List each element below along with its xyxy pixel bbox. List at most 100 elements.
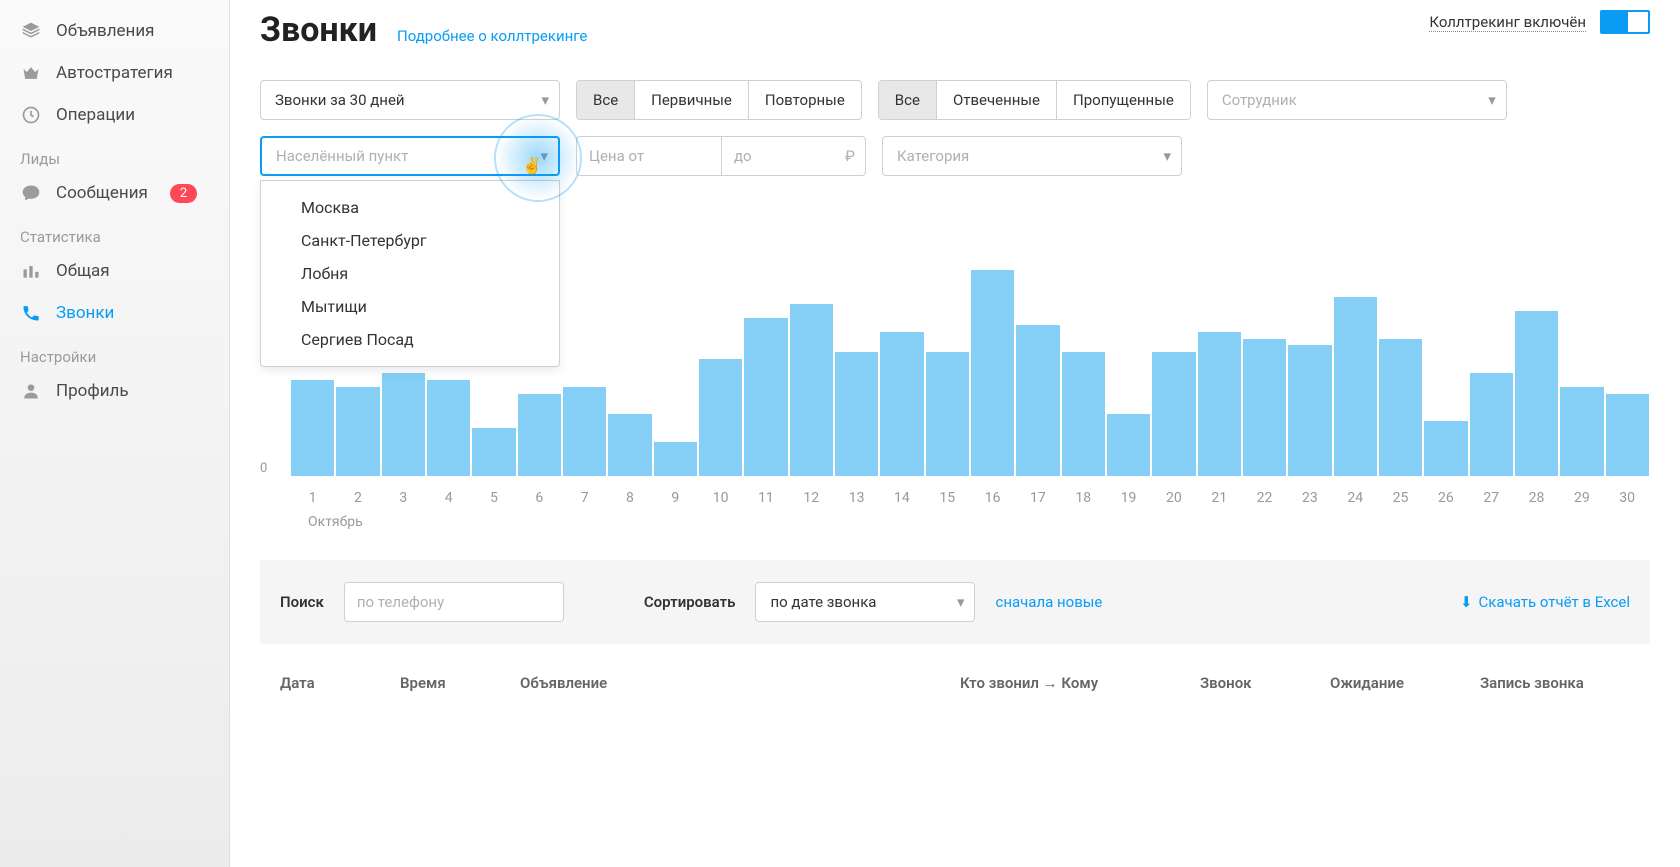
crown-icon [20,62,42,84]
x-tick: 23 [1287,490,1332,506]
city-option[interactable]: Санкт-Петербург [261,224,559,257]
chart-bar[interactable] [971,270,1014,476]
more-link[interactable]: Подробнее о коллтрекинге [397,27,587,45]
search-input[interactable]: по телефону [344,582,564,622]
type-all[interactable]: Все [577,81,635,119]
price-to-input[interactable]: до₽ [721,136,866,176]
chart-bar[interactable] [699,359,742,476]
type-primary[interactable]: Первичные [635,81,749,119]
chart-bar[interactable] [1152,352,1195,476]
chart-bar[interactable] [1560,387,1603,476]
status-answered[interactable]: Отвеченные [937,81,1057,119]
sidebar: Объявления Автостратегия Операции Лиды С… [0,0,230,867]
x-tick: 10 [698,490,743,506]
chart-bar[interactable] [563,387,606,476]
x-tick: 13 [834,490,879,506]
chart-bar[interactable] [1016,325,1059,476]
col-ad: Объявление [520,674,920,692]
status-all[interactable]: Все [879,81,937,119]
chart-bar[interactable] [518,394,561,477]
history-icon [20,104,42,126]
x-tick: 7 [562,490,607,506]
download-excel-link[interactable]: ⬇ Скачать отчёт в Excel [1460,593,1630,611]
chart-bar[interactable] [291,380,334,476]
chart-bar[interactable] [1606,394,1649,477]
col-call: Звонок [1200,674,1290,692]
calltracking-toggle[interactable] [1600,10,1650,34]
chevron-down-icon: ▾ [1163,147,1171,165]
employee-select[interactable]: Сотрудник ▾ [1207,80,1507,120]
category-select[interactable]: Категория ▾ [882,136,1182,176]
sidebar-item-autostrategy[interactable]: Автостратегия [0,52,229,94]
chart-bar[interactable] [1379,339,1422,477]
type-repeat[interactable]: Повторные [749,81,861,119]
employee-placeholder: Сотрудник [1222,91,1297,109]
sidebar-item-label: Сообщения [56,183,148,203]
x-tick: 6 [517,490,562,506]
sidebar-item-calls[interactable]: Звонки [0,292,229,334]
chart-bar[interactable] [608,414,651,476]
chart-bar[interactable] [382,373,425,476]
chart-bar[interactable] [427,380,470,476]
sort-direction-link[interactable]: сначала новые [995,593,1102,611]
city-option[interactable]: Мытищи [261,290,559,323]
x-tick: 9 [653,490,698,506]
x-tick: 28 [1514,490,1559,506]
chart-bar[interactable] [472,428,515,476]
sidebar-section-leads: Лиды [0,136,229,172]
x-tick: 8 [607,490,652,506]
x-tick: 15 [925,490,970,506]
chart-bar[interactable] [744,318,787,476]
chart-bar[interactable] [880,332,923,476]
chart-bar[interactable] [1334,297,1377,476]
page-title: Звонки [260,10,377,50]
sidebar-item-messages[interactable]: Сообщения 2 [0,172,229,214]
x-tick: 29 [1559,490,1604,506]
sidebar-item-label: Звонки [56,303,114,323]
sort-field-select[interactable]: по дате звонка ▾ [755,582,975,622]
status-segment: Все Отвеченные Пропущенные [878,80,1191,120]
sidebar-item-ads[interactable]: Объявления [0,10,229,52]
sidebar-item-stats-total[interactable]: Общая [0,250,229,292]
chart-bar[interactable] [654,442,697,476]
chart-bar[interactable] [1470,373,1513,476]
sidebar-item-operations[interactable]: Операции [0,94,229,136]
x-tick: 19 [1106,490,1151,506]
chart-bar[interactable] [1107,414,1150,476]
city-option[interactable]: Москва [261,191,559,224]
col-record: Запись звонка [1480,674,1630,692]
chart-bar[interactable] [1515,311,1558,476]
search-label: Поиск [280,593,324,611]
x-tick: 22 [1242,490,1287,506]
chart-bar[interactable] [1288,345,1331,476]
chart-bar[interactable] [926,352,969,476]
sidebar-item-label: Профиль [56,381,129,401]
price-range: Цена от до₽ [576,136,866,176]
chart-bar[interactable] [336,387,379,476]
period-select[interactable]: Звонки за 30 дней ▾ [260,80,560,120]
chart-bar[interactable] [835,352,878,476]
type-segment: Все Первичные Повторные [576,80,862,120]
city-select[interactable]: Населённый пункт ▾ ✌ [260,136,560,176]
status-missed[interactable]: Пропущенные [1057,81,1190,119]
user-icon [20,380,42,402]
x-tick: 3 [381,490,426,506]
chart-bar[interactable] [1243,339,1286,477]
chart-bar[interactable] [1424,421,1467,476]
city-option[interactable]: Сергиев Посад [261,323,559,356]
chart-bar[interactable] [1062,352,1105,476]
price-from-input[interactable]: Цена от [576,136,721,176]
ruble-icon: ₽ [845,147,855,165]
chart-bar[interactable] [790,304,833,476]
x-tick: 18 [1061,490,1106,506]
phone-icon [20,302,42,324]
calltracking-toggle-area: Коллтрекинг включён [1429,10,1650,34]
chart-bar[interactable] [1198,332,1241,476]
y-axis-zero: 0 [260,461,267,476]
sidebar-item-label: Операции [56,105,135,125]
sidebar-item-profile[interactable]: Профиль [0,370,229,412]
main-content: Коллтрекинг включён Звонки Подробнее о к… [230,0,1680,867]
city-option[interactable]: Лобня [261,257,559,290]
x-tick: 27 [1469,490,1514,506]
col-time: Время [400,674,480,692]
